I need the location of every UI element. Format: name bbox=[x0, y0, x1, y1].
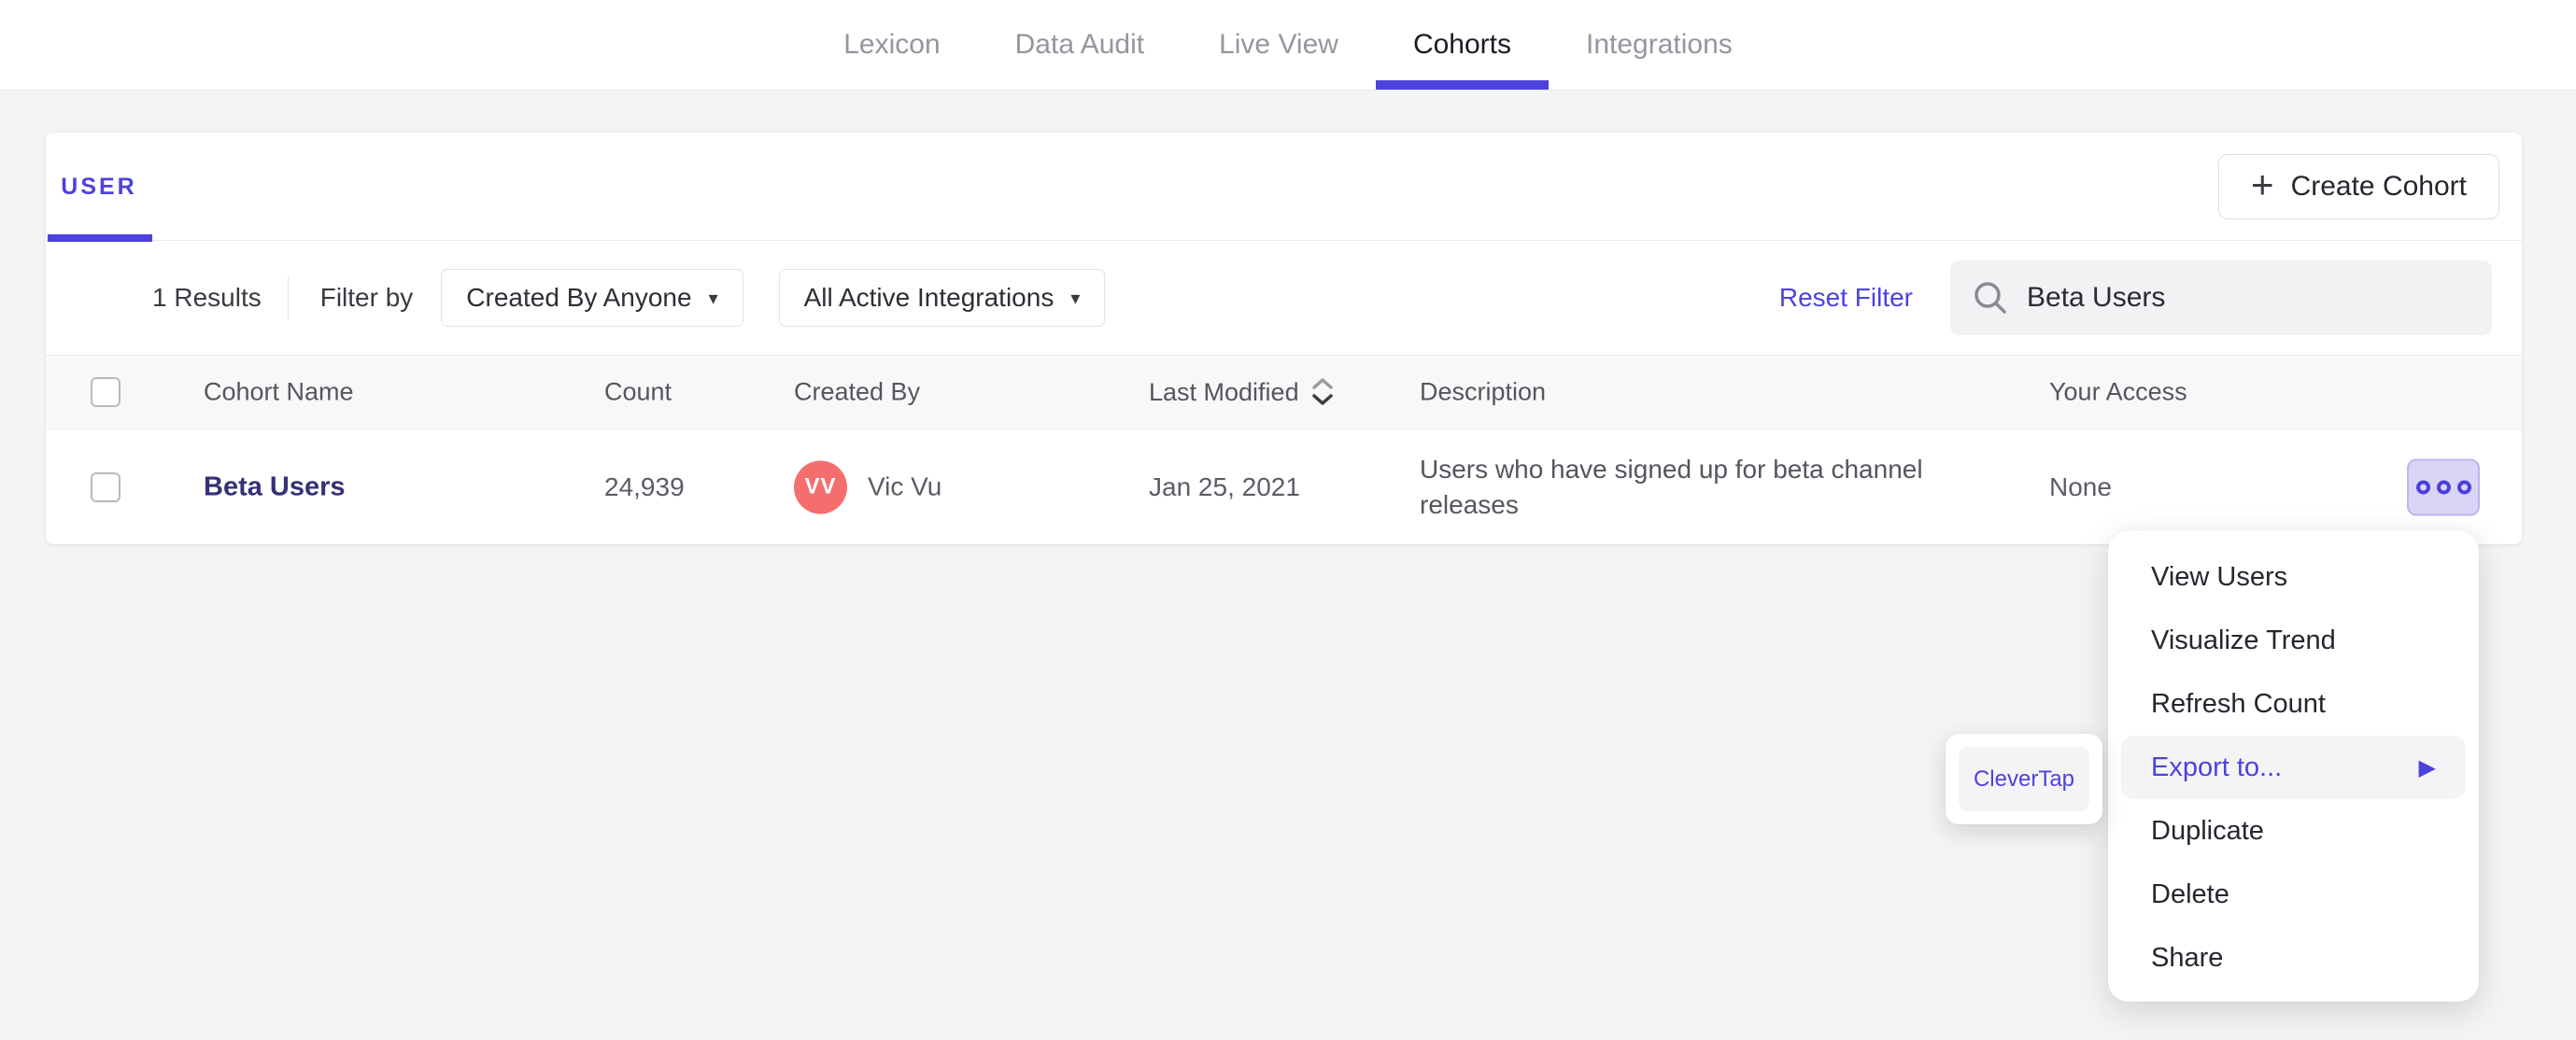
cohort-search[interactable] bbox=[1950, 260, 2492, 335]
cohort-name-link[interactable]: Beta Users bbox=[204, 471, 346, 502]
created-by-dropdown[interactable]: Created By Anyone ▾ bbox=[441, 269, 743, 327]
access-cell: None bbox=[2049, 471, 2112, 501]
nav-tab-cohorts[interactable]: Cohorts bbox=[1375, 0, 1549, 90]
divider bbox=[287, 276, 289, 319]
description-cell: Users who have signed up for beta channe… bbox=[1420, 454, 1923, 519]
avatar: VV bbox=[794, 460, 847, 513]
nav-tab-live-view[interactable]: Live View bbox=[1219, 0, 1338, 90]
row-checkbox[interactable] bbox=[91, 471, 120, 502]
submenu-arrow-icon: ▶ bbox=[2418, 754, 2436, 780]
nav-tab-integrations[interactable]: Integrations bbox=[1586, 0, 1733, 90]
menu-item-view-users[interactable]: View Users bbox=[2121, 545, 2466, 609]
submenu-item-clevertap[interactable]: CleverTap bbox=[1959, 747, 2089, 811]
created-by-name: Vic Vu bbox=[868, 471, 942, 501]
menu-item-export-to[interactable]: Export to... ▶ bbox=[2121, 736, 2466, 799]
cohorts-panel: USER + Create Cohort 1 Results Filter by… bbox=[46, 133, 2522, 544]
menu-item-export-to-label: Export to... bbox=[2151, 752, 2283, 782]
cohort-type-tabs: USER + Create Cohort bbox=[46, 133, 2522, 242]
header-last-modified-label: Last Modified bbox=[1149, 377, 1299, 406]
select-all-checkbox[interactable] bbox=[91, 377, 120, 407]
chevron-down-icon: ▾ bbox=[1070, 288, 1081, 309]
menu-item-duplicate[interactable]: Duplicate bbox=[2121, 799, 2466, 863]
row-actions-button[interactable] bbox=[2407, 458, 2480, 515]
filter-bar: 1 Results Filter by Created By Anyone ▾ … bbox=[46, 241, 2522, 355]
top-navigation: Lexicon Data Audit Live View Cohorts Int… bbox=[0, 0, 2576, 91]
menu-item-share[interactable]: Share bbox=[2121, 926, 2466, 990]
header-your-access: Your Access bbox=[2049, 377, 2187, 406]
header-cohort-name: Cohort Name bbox=[204, 377, 354, 406]
export-submenu: CleverTap bbox=[1946, 734, 2102, 824]
results-count: 1 Results bbox=[152, 283, 262, 312]
filter-by-label: Filter by bbox=[319, 283, 414, 312]
tab-user-label: USER bbox=[61, 173, 137, 200]
header-count: Count bbox=[604, 377, 672, 406]
search-icon bbox=[1974, 282, 2006, 314]
active-tab-underline bbox=[1375, 80, 1549, 90]
table-header: Cohort Name Count Created By Last Modifi… bbox=[46, 355, 2522, 429]
user-tab-underline bbox=[48, 234, 152, 242]
created-by-cell: VV Vic Vu bbox=[794, 460, 941, 513]
ellipsis-icon bbox=[2415, 480, 2430, 494]
integrations-dropdown-value: All Active Integrations bbox=[803, 283, 1054, 312]
ellipsis-icon bbox=[2456, 480, 2471, 494]
integrations-dropdown[interactable]: All Active Integrations ▾ bbox=[778, 269, 1106, 327]
header-last-modified[interactable]: Last Modified bbox=[1149, 375, 1335, 409]
created-by-dropdown-value: Created By Anyone bbox=[466, 283, 692, 312]
nav-tab-lexicon[interactable]: Lexicon bbox=[843, 0, 940, 90]
create-cohort-label: Create Cohort bbox=[2290, 170, 2467, 202]
chevron-down-icon: ▾ bbox=[708, 288, 718, 309]
ellipsis-icon bbox=[2436, 480, 2451, 494]
nav-tab-data-audit[interactable]: Data Audit bbox=[1015, 0, 1144, 90]
header-description: Description bbox=[1420, 377, 1547, 406]
tab-user[interactable]: USER bbox=[46, 133, 152, 242]
row-context-menu: View Users Visualize Trend Refresh Count… bbox=[2108, 530, 2479, 1002]
plus-icon: + bbox=[2251, 162, 2274, 206]
create-cohort-button[interactable]: + Create Cohort bbox=[2218, 153, 2499, 219]
cohort-count: 24,939 bbox=[604, 471, 685, 501]
menu-item-visualize-trend[interactable]: Visualize Trend bbox=[2121, 609, 2466, 672]
sort-icon[interactable] bbox=[1310, 375, 1335, 409]
menu-item-delete[interactable]: Delete bbox=[2121, 863, 2466, 926]
reset-filter-link[interactable]: Reset Filter bbox=[1779, 283, 1913, 313]
search-input[interactable] bbox=[2027, 282, 2470, 314]
table-row: Beta Users 24,939 VV Vic Vu Jan 25, 2021… bbox=[46, 429, 2522, 544]
last-modified-cell: Jan 25, 2021 bbox=[1149, 471, 1300, 501]
nav-tab-cohorts-label: Cohorts bbox=[1412, 29, 1511, 60]
menu-item-refresh-count[interactable]: Refresh Count bbox=[2121, 672, 2466, 736]
header-created-by: Created By bbox=[794, 377, 921, 406]
